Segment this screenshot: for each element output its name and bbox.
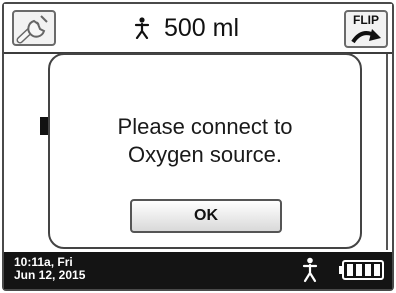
dialog-message-line-2: Oxygen source. bbox=[127, 142, 283, 167]
dialog-message-line-1: Please connect to bbox=[117, 114, 293, 139]
content-marker bbox=[40, 117, 48, 135]
datetime: 10:11a, Fri Jun 12, 2015 bbox=[14, 256, 85, 282]
date-text: Jun 12, 2015 bbox=[14, 268, 86, 282]
dialog-message: Please connect to Oxygen source. bbox=[50, 113, 360, 169]
ok-button[interactable]: OK bbox=[130, 199, 282, 233]
volume-display: 500 ml bbox=[134, 14, 239, 42]
wrench-icon bbox=[16, 15, 48, 44]
patient-icon bbox=[302, 257, 318, 283]
flip-arrow-icon bbox=[351, 29, 381, 44]
top-bar: 500 ml FLIP bbox=[4, 4, 392, 54]
person-icon bbox=[134, 17, 150, 39]
device-screen: 500 ml FLIP Please connect to Oxygen sou… bbox=[0, 0, 396, 293]
settings-button[interactable] bbox=[12, 10, 56, 46]
battery-icon bbox=[339, 260, 384, 280]
volume-value: 500 ml bbox=[164, 13, 240, 42]
alert-dialog: Please connect to Oxygen source. OK bbox=[48, 53, 362, 249]
right-edge-line bbox=[386, 54, 388, 250]
flip-button[interactable]: FLIP bbox=[344, 10, 388, 48]
flip-label: FLIP bbox=[353, 13, 379, 27]
status-bar: 10:11a, Fri Jun 12, 2015 bbox=[4, 252, 392, 289]
